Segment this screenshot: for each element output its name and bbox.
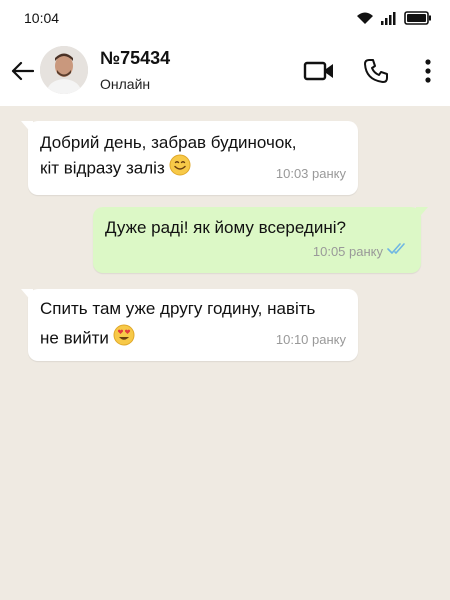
message-timestamp: 10:10 ранку bbox=[275, 332, 346, 347]
double-check-icon bbox=[387, 238, 409, 265]
wifi-icon bbox=[356, 11, 374, 25]
phone-icon bbox=[364, 59, 388, 83]
video-camera-icon bbox=[303, 61, 333, 81]
message-text: Добрий день, забрав будиночок, bbox=[40, 133, 297, 152]
avatar[interactable] bbox=[40, 46, 88, 94]
message-time: 10:05 ранку bbox=[313, 238, 409, 265]
message-bubble-incoming[interactable]: Спить там уже другу годину, навіть не ви… bbox=[21, 289, 358, 361]
message-text: Спить там уже другу годину, навіть bbox=[40, 299, 316, 318]
chat-header: №75434 Онлайн bbox=[0, 36, 450, 106]
status-icons bbox=[356, 11, 432, 25]
arrow-left-icon bbox=[11, 61, 34, 81]
message-timestamp: 10:03 ранку bbox=[275, 166, 346, 181]
message-text: Дуже раді! як йому всередині? bbox=[105, 218, 346, 237]
status-bar: 10:04 bbox=[0, 0, 450, 36]
more-options-button[interactable] bbox=[418, 56, 438, 86]
message-time: 10:10 ранку bbox=[276, 326, 346, 353]
status-time: 10:04 bbox=[24, 10, 60, 26]
message-text-line: кіт відразу заліз bbox=[40, 158, 165, 178]
heart-eyes-icon bbox=[113, 324, 135, 354]
back-button[interactable] bbox=[8, 58, 36, 84]
chat-area[interactable]: Добрий день, забрав будиночок, кіт відра… bbox=[0, 106, 450, 600]
contact-status: Онлайн bbox=[100, 76, 151, 92]
message-time: 10:03 ранку bbox=[276, 160, 346, 187]
message-text-line: не вийти bbox=[40, 328, 109, 348]
signal-icon bbox=[380, 11, 398, 25]
kebab-menu-icon bbox=[425, 59, 431, 83]
message-bubble-outgoing[interactable]: Дуже раді! як йому всередині? 10:05 ранк… bbox=[93, 207, 428, 273]
contact-name[interactable]: №75434 bbox=[100, 48, 170, 69]
message-bubble-incoming[interactable]: Добрий день, забрав будиночок, кіт відра… bbox=[21, 121, 358, 195]
video-call-button[interactable] bbox=[302, 56, 336, 86]
message-timestamp: 10:05 ранку bbox=[312, 244, 383, 259]
battery-icon bbox=[404, 11, 432, 25]
smiling-face-icon bbox=[169, 154, 191, 184]
voice-call-button[interactable] bbox=[360, 56, 392, 86]
